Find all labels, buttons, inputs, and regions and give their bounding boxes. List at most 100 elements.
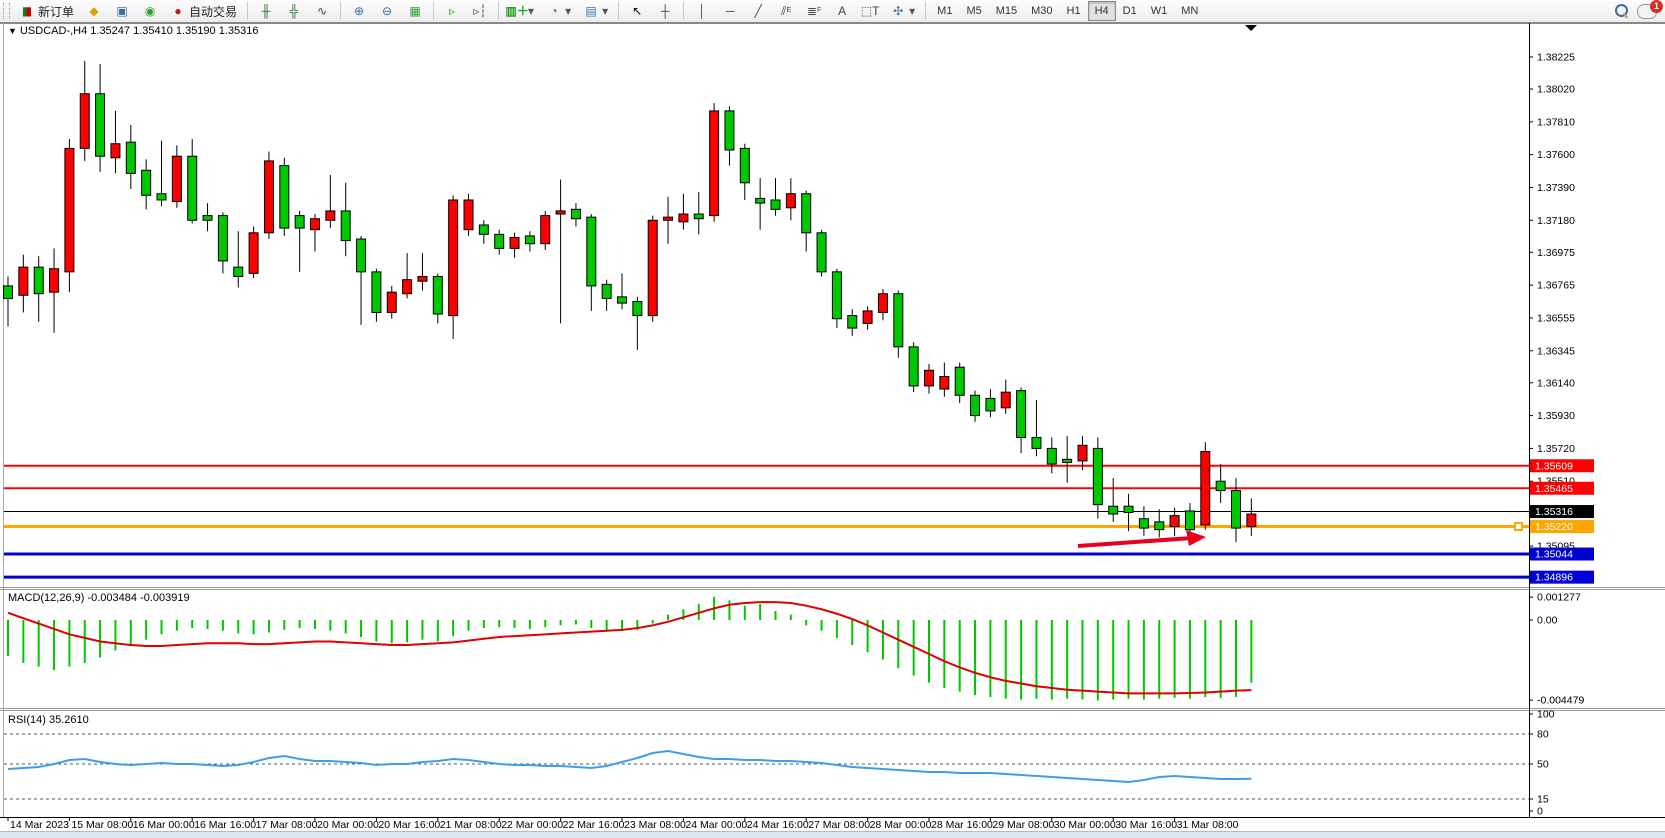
horizontal-line-tool-button[interactable]: ─ (716, 0, 744, 22)
tf-m5-button[interactable]: M5 (959, 1, 988, 21)
chart-title: ▼ USDCAD-,H4 1.35247 1.35410 1.35190 1.3… (8, 25, 259, 37)
periods-button[interactable]: ◔▾ (540, 0, 577, 22)
svg-text:21 Mar 08:00: 21 Mar 08:00 (440, 819, 502, 831)
trendline-tool-button[interactable]: ╱ (744, 0, 772, 22)
zoom-out-button[interactable]: ⊖ (373, 0, 401, 22)
rsi-line (8, 751, 1251, 782)
new-order-icon: ▮▮ (19, 3, 35, 19)
svg-text:1.37390: 1.37390 (1537, 182, 1575, 194)
svg-text:0.00: 0.00 (1537, 615, 1558, 627)
svg-text:20 Mar 16:00: 20 Mar 16:00 (378, 819, 440, 831)
text-tool-icon: A (834, 3, 850, 19)
market-watch-button[interactable]: ◆ (80, 0, 108, 22)
indicators-icon: ▥＋ (509, 3, 525, 19)
red-arrow-object[interactable] (1078, 530, 1206, 546)
svg-text:29 Mar 08:00: 29 Mar 08:00 (992, 819, 1054, 831)
periods-clock-icon: ◔ (546, 3, 562, 19)
svg-text:1.35316: 1.35316 (1535, 506, 1573, 518)
macd-label: MACD(12,26,9) -0.003484 -0.003919 (8, 592, 190, 604)
svg-text:14 Mar 2023: 14 Mar 2023 (10, 819, 69, 831)
chart-collapse-icon[interactable]: ▼ (8, 26, 17, 36)
svg-text:24 Mar 16:00: 24 Mar 16:00 (747, 819, 809, 831)
vertical-line-tool-button[interactable]: │ (688, 0, 716, 22)
chart-shift-button[interactable]: ▹┆ (466, 0, 494, 22)
arrows-tool-icon: ✣ (890, 3, 906, 19)
tf-d1-button[interactable]: D1 (1116, 1, 1144, 21)
horizontal-lines (4, 466, 1529, 577)
svg-text:15: 15 (1537, 794, 1549, 806)
svg-text:1.35930: 1.35930 (1537, 410, 1575, 422)
fibonacci-icon: ≣F (806, 3, 822, 19)
svg-text:1.37810: 1.37810 (1537, 116, 1575, 128)
bar-chart-mode-button[interactable]: ╫ (252, 0, 280, 22)
svg-text:100: 100 (1537, 709, 1555, 721)
text-tool-button[interactable]: A (828, 0, 856, 22)
signals-icon: ◉ (142, 3, 158, 19)
search-icon[interactable] (1615, 4, 1629, 18)
time-axis[interactable]: 14 Mar 202315 Mar 08:0016 Mar 00:0016 Ma… (8, 817, 1239, 831)
svg-text:1.36140: 1.36140 (1537, 377, 1575, 389)
signals-button[interactable]: ◉ (136, 0, 164, 22)
candlestick-series (4, 61, 1256, 542)
toolbar-grip[interactable] (3, 3, 10, 19)
svg-text:16 Mar 16:00: 16 Mar 16:00 (194, 819, 256, 831)
profile-button[interactable]: ▣ (108, 0, 136, 22)
vertical-line-icon: │ (694, 3, 710, 19)
pivot-line-handle[interactable] (1515, 523, 1522, 530)
market-watch-icon: ◆ (86, 3, 102, 19)
templates-button[interactable]: ▤▾ (577, 0, 614, 22)
toolbar-separator (433, 2, 434, 20)
channel-tool-button[interactable]: ⫽E (772, 0, 800, 22)
indicators-button[interactable]: ▥＋▾ (503, 0, 540, 22)
cursor-tool-button[interactable]: ↖ (623, 0, 651, 22)
chart-shift-marker[interactable] (1245, 25, 1257, 31)
mt4-terminal-window: ▮▮ 新订单 ◆ ▣ ◉ ● 自动交易 ╫ ╬ ∿ ⊕ ⊖ ▦ ▹ ▹┆ ▥＋▾… (0, 0, 1665, 838)
svg-text:1.35044: 1.35044 (1535, 549, 1573, 561)
zoom-in-icon: ⊕ (351, 3, 367, 19)
new-order-button[interactable]: ▮▮ 新订单 (13, 0, 80, 22)
auto-scroll-button[interactable]: ▹ (438, 0, 466, 22)
crosshair-tool-button[interactable]: ┼ (651, 0, 679, 22)
tf-w1-button[interactable]: W1 (1144, 1, 1175, 21)
price-axis[interactable]: 1.382251.380201.378101.376001.373901.371… (1529, 52, 1575, 553)
tile-windows-button[interactable]: ▦ (401, 0, 429, 22)
tf-h4-button[interactable]: H4 (1088, 1, 1116, 21)
tile-windows-icon: ▦ (407, 3, 423, 19)
label-tool-button[interactable]: ⬚T (856, 0, 884, 22)
crosshair-icon: ┼ (657, 3, 673, 19)
line-chart-mode-button[interactable]: ∿ (308, 0, 336, 22)
chart-canvas[interactable]: 1.382251.380201.378101.376001.373901.371… (0, 23, 1665, 832)
svg-text:1.36555: 1.36555 (1537, 312, 1575, 324)
svg-text:17 Mar 08:00: 17 Mar 08:00 (256, 819, 318, 831)
svg-text:1.35720: 1.35720 (1537, 443, 1575, 455)
svg-text:1.35220: 1.35220 (1535, 521, 1573, 533)
main-toolbar: ▮▮ 新订单 ◆ ▣ ◉ ● 自动交易 ╫ ╬ ∿ ⊕ ⊖ ▦ ▹ ▹┆ ▥＋▾… (0, 0, 1665, 23)
svg-text:30 Mar 16:00: 30 Mar 16:00 (1115, 819, 1177, 831)
rsi-label: RSI(14) 35.2610 (8, 714, 89, 726)
zoom-in-button[interactable]: ⊕ (345, 0, 373, 22)
tf-h1-button[interactable]: H1 (1060, 1, 1088, 21)
chat-icon[interactable]: 1 (1637, 4, 1657, 19)
tf-m30-button[interactable]: M30 (1024, 1, 1059, 21)
fibonacci-tool-button[interactable]: ≣F (800, 0, 828, 22)
auto-scroll-icon: ▹ (444, 3, 460, 19)
svg-text:1.36765: 1.36765 (1537, 280, 1575, 292)
tf-m1-button[interactable]: M1 (930, 1, 959, 21)
autotrade-button[interactable]: ● 自动交易 (164, 0, 243, 22)
tf-mn-button[interactable]: MN (1174, 1, 1205, 21)
cursor-icon: ↖ (629, 3, 645, 19)
chart-window: 1.382251.380201.378101.376001.373901.371… (0, 22, 1665, 832)
candlestick-icon: ╬ (286, 3, 302, 19)
tf-m15-button[interactable]: M15 (989, 1, 1024, 21)
svg-text:1.37180: 1.37180 (1537, 215, 1575, 227)
svg-text:1.36975: 1.36975 (1537, 247, 1575, 259)
candle-chart-mode-button[interactable]: ╬ (280, 0, 308, 22)
svg-text:24 Mar 00:00: 24 Mar 00:00 (685, 819, 747, 831)
horizontal-line-icon: ─ (722, 3, 738, 19)
svg-text:1.38020: 1.38020 (1537, 84, 1575, 96)
svg-text:50: 50 (1537, 759, 1549, 771)
trendline-icon: ╱ (750, 3, 766, 19)
arrows-tool-button[interactable]: ✣▾ (884, 0, 921, 22)
autotrade-label: 自动交易 (189, 3, 237, 20)
toolbar-separator (618, 2, 619, 20)
